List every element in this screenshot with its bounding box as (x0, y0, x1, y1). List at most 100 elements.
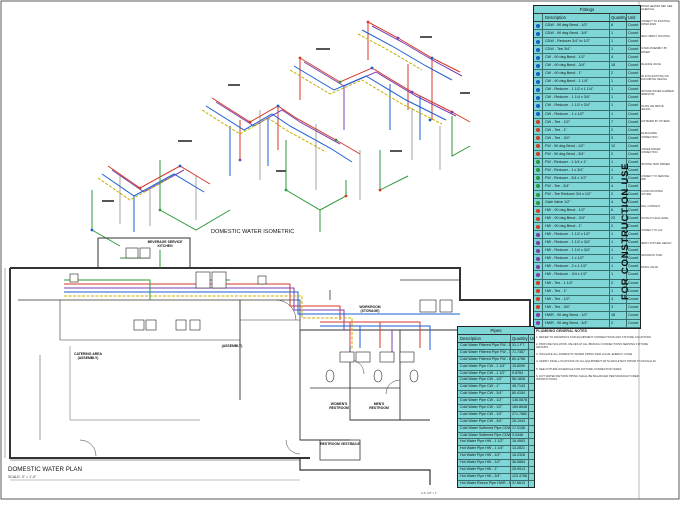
pipe-description: Hot Water Pipe HW - 3/4" (458, 474, 511, 480)
fitting-symbol-icon (536, 313, 540, 317)
fitting-description: HW - Tee - 1" (543, 288, 610, 295)
pipe-quantity: 60.4758 (511, 357, 529, 363)
general-note: 5. SEE FIXTURE SCHEDULE FOR FIXTURE CONN… (536, 368, 661, 372)
fitting-symbol-icon (536, 176, 540, 180)
side-note: ROUTE AT HIGH LEVEL (640, 217, 674, 220)
fitting-description: CW - 90 deg Bend - 1/2" (543, 54, 610, 61)
pipe-unit (529, 426, 534, 432)
fitting-quantity: 2 (610, 320, 627, 327)
side-note: CONNECT TO EXISTING WATER MAIN (640, 20, 674, 26)
pipes-row: Cold Water Pipe CW - 1 1/2"9.8784 (458, 371, 534, 378)
fitting-symbol-icon (536, 72, 540, 76)
pipe-unit (529, 433, 534, 439)
pipe-description: Cold Water Pipe CW - 3/4" (458, 419, 511, 425)
fitting-unit: Count (627, 320, 640, 327)
fitting-unit: Count (627, 102, 640, 109)
pipe-quantity: 16.2328 (511, 453, 529, 459)
fitting-symbol-icon (536, 273, 540, 277)
fittings-row: CW - 90 deg Bend - 1 1/4"1Count (534, 78, 640, 86)
pipe-unit (529, 371, 534, 377)
side-note: FLOOR MOUNTED FIXTURE (640, 190, 674, 196)
fitting-unit: Count (627, 30, 640, 37)
pipe-unit (529, 446, 534, 452)
fitting-unit: Count (627, 328, 640, 329)
general-note: 4. VERIFY FINAL LOCATIONS OF ALL EQUIPME… (536, 360, 661, 364)
fitting-quantity: 18 (610, 312, 627, 319)
pipe-description: Cold Water Pipe CW - 1/2" (458, 412, 511, 418)
isometric-title: DOMESTIC WATER ISOMETRIC (211, 229, 294, 235)
fittings-row: CW - 90 deg Bend - 1/2"4Count (534, 54, 640, 62)
fitting-symbol-icon (536, 233, 540, 237)
fitting-unit: Count (627, 22, 640, 29)
pipes-header-description: Description (458, 335, 511, 342)
fittings-header-description: Description (543, 14, 610, 21)
pipe-quantity: 136.5678 (511, 398, 529, 404)
pipe-quantity: 56.1808 (511, 377, 529, 383)
fitting-symbol-icon (536, 193, 540, 197)
fitting-symbol-icon (536, 321, 540, 325)
side-note: VERIFY FIXTURE HEIGHT (640, 242, 674, 245)
pipe-description: Hot Water Pipe HW - 1 1/4" (458, 446, 511, 452)
fitting-description: CW - Reducer - 1 1/2 x 3/4" (543, 102, 610, 109)
pipe-description: Cold Water Filtered Pipe FW - 3/4" (458, 350, 511, 356)
room-label-beverage: BEVERAGE SERVICE KITCHEN (144, 240, 186, 248)
fitting-symbol-icon (536, 96, 540, 100)
fitting-description: HW - Tee - 3/4" (543, 304, 610, 311)
pipe-quantity: 45.7143 (511, 384, 529, 390)
cw-plan-run (64, 292, 460, 314)
fitting-symbol-icon (536, 249, 540, 253)
fitting-unit: Count (627, 151, 640, 158)
pipe-unit (529, 474, 534, 480)
fitting-unit: Count (627, 135, 640, 142)
side-note: COFFEE MAKER CONNECTION (640, 148, 674, 154)
pipe-unit (529, 350, 534, 356)
fitting-unit: Count (627, 38, 640, 45)
fitting-symbol-icon (536, 225, 540, 229)
pipe-quantity: 71.7367 (511, 350, 529, 356)
fitting-description: FW - Tee - 3/4" (543, 183, 610, 190)
pipe-unit (529, 453, 534, 459)
fitting-unit: Count (627, 304, 640, 311)
fitting-description: HW - 90 deg Bend - 3/4" (543, 215, 610, 222)
pipe-description: Cold Water Pipe CW - 1 1/4" (458, 364, 511, 370)
fittings-row: FW - 90 deg Bend - 3/4"2Count (534, 151, 640, 159)
fitting-description: CW - Tee - 1" (543, 127, 610, 134)
pipe-description: Cold Water Pipe CW - 1/2" (458, 405, 511, 411)
footer-note: S-P, 1/8" = 1' (421, 491, 437, 495)
side-note: ICE MACHINE CONNECTION (640, 132, 674, 138)
room-label-catering: CATERING AREA (ASSEMBLY) (64, 352, 112, 360)
fitting-unit: Count (627, 78, 640, 85)
fw-isometric-runs (92, 116, 470, 246)
floor-plan (5, 238, 530, 485)
pipe-quantity: 31.1 FT (511, 343, 529, 349)
pipes-row: Cold Water Filtered Pipe FW - 3/4"71.736… (458, 350, 534, 357)
fitting-description: FW - Reducer - 3/4 x 1/2" (543, 175, 610, 182)
construction-stamp: FOR CONSTRUCTION USE (620, 170, 632, 300)
fitting-description: HW - Tee - 1/2" (543, 296, 610, 303)
pipe-description: Hot Water Pipe HW - 1 1/2" (458, 439, 511, 445)
pipe-quantity: 15.8099 (511, 364, 529, 370)
pipe-quantity: 16.4993 (511, 439, 529, 445)
fittings-row: CW - 90 deg Bend - 1"2Count (534, 70, 640, 78)
fitting-quantity: 18 (610, 62, 627, 69)
fitting-symbol-icon (536, 257, 540, 261)
pipe-description: Cold Water Softened Pipe CDW - 1/2" (458, 426, 511, 432)
hwr-plan-run (64, 288, 344, 330)
pipes-row: Cold Water Pipe CW - 1/2"169.8648 (458, 405, 534, 412)
pipes-row: Hot Water Return Pipe HWR - 1/2"37.6613 (458, 481, 534, 488)
pipe-description: Cold Water Filtered Pipe FW - 1" (458, 357, 511, 363)
fittings-row: CW - Tee - 1/2"7Count (534, 119, 640, 127)
fitting-symbol-icon (536, 184, 540, 188)
pipe-unit (529, 398, 534, 404)
fitting-description: CW - Tee - 3/4" (543, 135, 610, 142)
fitting-symbol-icon (536, 305, 540, 309)
fitting-quantity: 1 (610, 30, 627, 37)
pipes-row: Cold Water Pipe CW - 1/2"56.1808 (458, 377, 534, 384)
pipes-row: Hot Water Pipe HW - 1/2"16.2328 (458, 453, 534, 460)
fitting-quantity: 4 (610, 54, 627, 61)
fitting-description: CDW - Tee 3/4" (543, 46, 610, 53)
plan-scale: SCALE: 3" = 1'-0" (8, 475, 36, 479)
hw-plan-run (64, 284, 340, 320)
fitting-symbol-icon (536, 209, 540, 213)
fitting-symbol-icon (536, 128, 540, 132)
